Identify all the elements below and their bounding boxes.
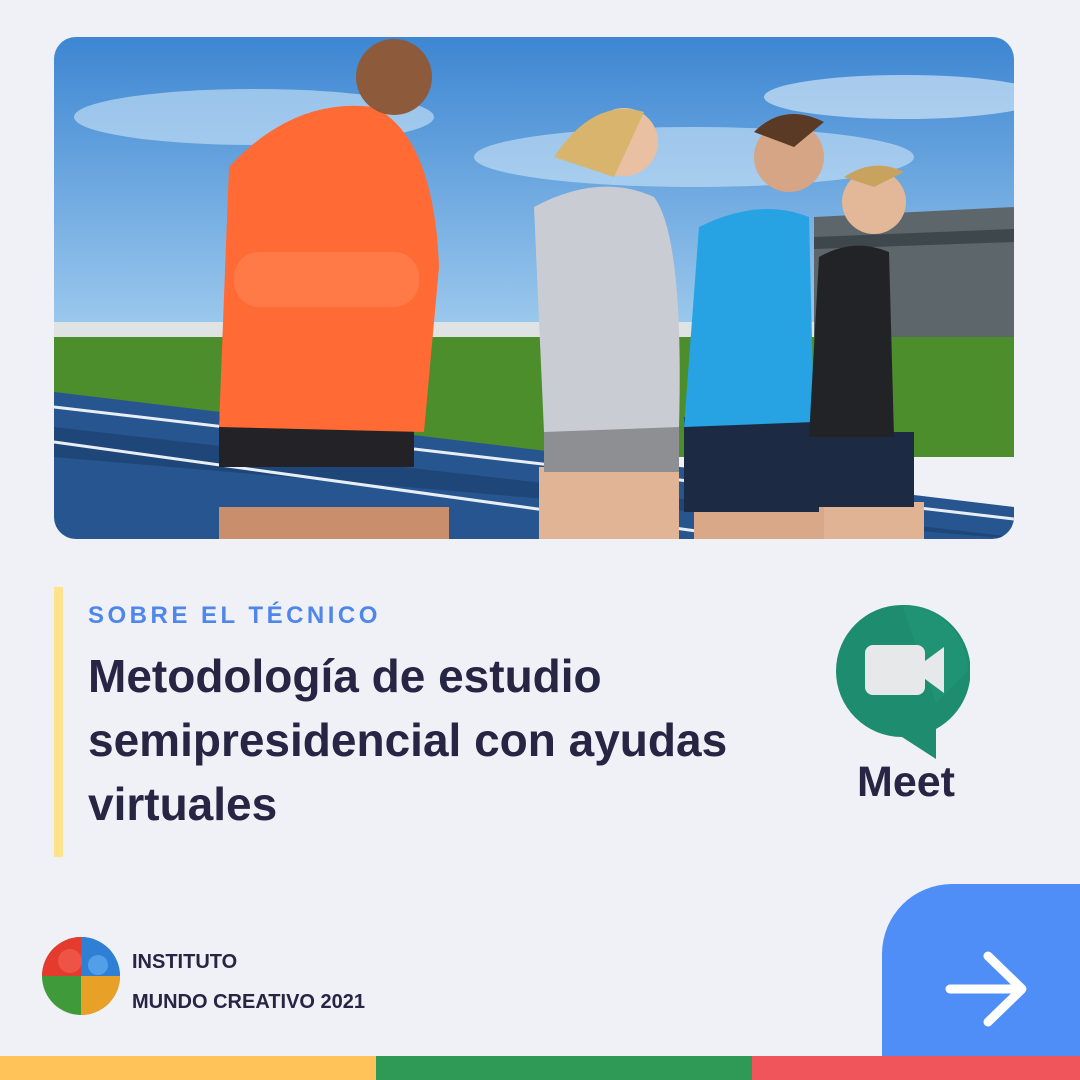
- stripe-yellow: [0, 1056, 376, 1080]
- headline: Metodología de estudio semipresidencial …: [88, 650, 728, 830]
- google-meet-icon: [834, 603, 970, 759]
- meet-label: Meet: [857, 758, 955, 806]
- institute-name: INSTITUTO MUNDO CREATIVO 2021: [132, 942, 365, 1022]
- eyebrow-label: SOBRE EL TÉCNICO: [88, 602, 381, 629]
- runners-illustration: [54, 37, 1014, 539]
- stripe-red: [752, 1056, 1080, 1080]
- arrow-right-icon: [945, 951, 1027, 1027]
- next-button[interactable]: [882, 884, 1080, 1080]
- institute-line-2: MUNDO CREATIVO 2021: [132, 991, 366, 1013]
- stripe-green: [376, 1056, 752, 1080]
- accent-bar: [54, 587, 63, 857]
- institute-logo: [40, 935, 122, 1017]
- hero-photo-runners: [54, 37, 1014, 539]
- institute-line-1: INSTITUTO: [132, 951, 238, 973]
